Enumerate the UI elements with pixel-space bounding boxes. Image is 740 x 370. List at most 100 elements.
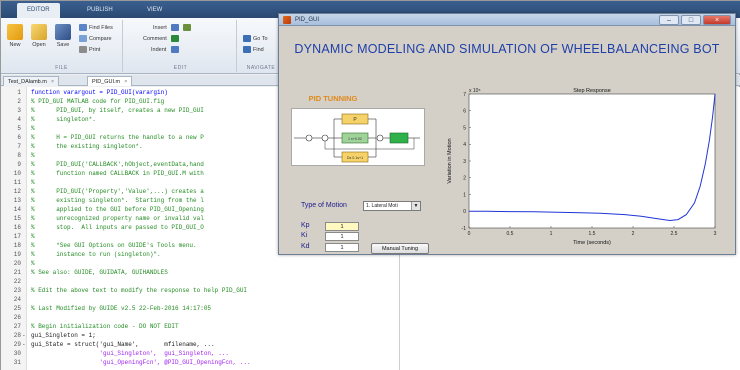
line-number: 28	[13, 332, 21, 339]
kp-input[interactable]: 1	[325, 222, 359, 231]
ki-input[interactable]: 1	[325, 232, 359, 241]
go-to-button[interactable]: Go To	[243, 34, 268, 44]
step-response-axes: 0 0.5 1 1.5 2 2.5 3 -1 0 1 2 3 4 5 6 7 Step Response x 10…	[443, 84, 723, 262]
x-tick-label: 0.5	[507, 231, 514, 237]
pid-tuning-label: PID TUNNING	[308, 94, 358, 103]
indent-button[interactable]: Indent	[151, 45, 181, 55]
line-number: 2	[17, 98, 21, 105]
code-line[interactable]: 24	[1, 296, 740, 304]
code-line[interactable]: 31 'gui_OpeningFcn', @PID_GUI_OpeningFcn…	[1, 359, 740, 367]
find-files-label: Find Files	[89, 25, 113, 31]
kd-input[interactable]: 1	[325, 243, 359, 252]
line-number: 29	[13, 341, 21, 348]
code-text: % PID_GUI MATLAB code for PID_GUI.fig	[31, 98, 165, 105]
new-button[interactable]: New	[3, 24, 27, 48]
y-axis-label: Variation in Motion	[447, 138, 453, 183]
step-response-plot: 0 0.5 1 1.5 2 2.5 3-101234567Step Responsex 10…	[447, 88, 717, 246]
file-tab-pid-gui[interactable]: PID_GUI.m ×	[87, 76, 133, 86]
code-text: % PID_GUI('CALLBACK',hObject,eventData,h…	[31, 161, 204, 168]
line-number: 31	[13, 359, 21, 366]
maximize-button[interactable]: □	[681, 15, 701, 25]
x-tick-label: 3	[714, 231, 717, 237]
code-text: 'gui_Singleton', gui_Singleton, ...	[31, 350, 230, 357]
open-button[interactable]: Open	[27, 24, 51, 48]
code-line[interactable]: 25 % Last Modified by GUIDE v2.5 22-Feb-2…	[1, 305, 740, 313]
line-number: 17	[13, 233, 21, 240]
y-tick-label: -1	[462, 226, 467, 232]
code-line[interactable]: 27 % Begin initialization code - DO NOT E…	[1, 323, 740, 331]
code-text: %	[31, 233, 35, 240]
y-tick-label: 3	[463, 159, 466, 165]
code-line[interactable]: 28- gui_Singleton = 1;	[1, 332, 740, 340]
line-number: 25	[13, 305, 21, 312]
type-of-motion-dropdown[interactable]: 1. Lateral Moti ▼	[363, 201, 421, 211]
type-of-motion-label: Type of Motion	[301, 202, 347, 209]
line-number: 26	[13, 314, 21, 321]
save-icon	[55, 24, 71, 40]
close-tab-icon[interactable]: ×	[124, 79, 127, 85]
close-button[interactable]: ×	[703, 15, 731, 25]
compare-icon	[79, 35, 87, 43]
tab-editor[interactable]: EDITOR	[17, 3, 60, 18]
figure-title-bar[interactable]: PID_GUI – □ ×	[279, 14, 735, 26]
line-number: 6	[17, 134, 21, 141]
fx-icon	[182, 24, 191, 32]
insert-button[interactable]: Insert	[153, 23, 193, 33]
pid-gui-figure-window: PID_GUI – □ × DYNAMIC MODELING AND SIMUL…	[278, 13, 736, 255]
y-exponent-label: x 10⁵	[469, 88, 481, 94]
code-text: % instance to run (singleton)".	[31, 251, 161, 258]
code-line[interactable]: 30 'gui_Singleton', gui_Singleton, ...	[1, 350, 740, 358]
print-button[interactable]: Print	[79, 45, 100, 55]
code-line[interactable]: 23 % Edit the above text to modify the re…	[1, 287, 740, 295]
new-label: New	[9, 42, 21, 48]
navigate-group: Go To Find NAVIGATE	[239, 20, 283, 72]
file-tab-test-dalamb[interactable]: Test_DAlamb.m ×	[3, 76, 60, 86]
breakpoint-marker[interactable]: -	[22, 341, 26, 349]
find-button[interactable]: Find	[243, 45, 264, 55]
find-label: Find	[253, 47, 264, 53]
close-tab-icon[interactable]: ×	[51, 79, 54, 85]
y-tick-label: 2	[463, 176, 466, 182]
line-number: 4	[17, 116, 21, 123]
code-text: % unrecognized property name or invalid …	[31, 215, 204, 222]
line-number: 13	[13, 197, 21, 204]
line-number: 3	[17, 107, 21, 114]
compare-button[interactable]: Compare	[79, 34, 112, 44]
tab-publish[interactable]: PUBLISH	[77, 3, 123, 18]
save-button[interactable]: Save	[51, 24, 75, 48]
line-number: 30	[13, 350, 21, 357]
code-text: % *See GUI Options on GUIDE's Tools menu…	[31, 242, 197, 249]
print-icon	[79, 46, 87, 54]
edit-group-label: EDIT	[173, 65, 188, 71]
kd-label: Kd	[301, 243, 310, 250]
find-files-button[interactable]: Find Files	[79, 23, 113, 33]
code-line[interactable]: 29- gui_State = struct('gui_Name', mfilen…	[1, 341, 740, 349]
sum-junction-1	[305, 134, 313, 142]
sum-junction-3	[376, 134, 384, 142]
comment-button[interactable]: Comment	[143, 34, 181, 44]
manual-tuning-button[interactable]: Manual Tuning	[371, 243, 429, 254]
x-axis-label: Time (seconds)	[573, 240, 611, 246]
chevron-down-icon[interactable]: ▼	[411, 202, 420, 210]
line-number: 8	[17, 152, 21, 159]
folder-icon	[31, 24, 47, 40]
code-line[interactable]: 21 % See also: GUIDE, GUIDATA, GUIHANDLES	[1, 269, 740, 277]
line-number: 16	[13, 224, 21, 231]
plant-block	[389, 132, 409, 144]
comment-label: Comment	[143, 36, 167, 42]
line-number: 11	[13, 179, 21, 186]
breakpoint-marker[interactable]: -	[22, 332, 26, 340]
find-icon	[243, 46, 251, 54]
code-text: %	[31, 260, 35, 267]
go-to-icon	[243, 35, 251, 43]
print-label: Print	[89, 47, 101, 53]
tab-view[interactable]: VIEW	[137, 3, 172, 18]
minimize-button[interactable]: –	[659, 15, 679, 25]
code-text: % Last Modified by GUIDE v2.5 22-Feb-201…	[31, 305, 212, 312]
line-number: 7	[17, 143, 21, 150]
line-number: 27	[13, 323, 21, 330]
line-number: 15	[13, 215, 21, 222]
insert-label: Insert	[153, 25, 167, 31]
code-line[interactable]: 26	[1, 314, 740, 322]
code-line[interactable]: 22	[1, 278, 740, 286]
